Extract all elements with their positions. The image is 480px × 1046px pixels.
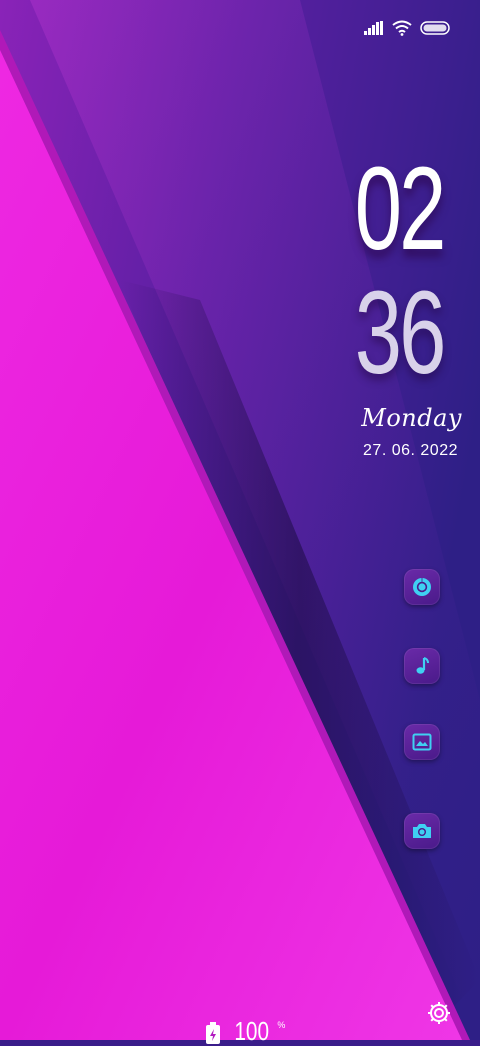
battery-status-icon: [420, 21, 450, 35]
clock-minute: 36: [354, 267, 447, 399]
camera-shortcut[interactable]: [404, 813, 440, 849]
camera-icon: [413, 824, 431, 838]
weekday-label: Monday: [361, 404, 462, 432]
wifi-icon: [392, 20, 412, 36]
chrome-icon: [413, 578, 431, 596]
settings-gear-icon[interactable]: [426, 1000, 452, 1026]
music-note-icon: [416, 657, 429, 674]
date-label: 27. 06. 2022: [363, 442, 458, 459]
battery-unit: %: [277, 1020, 286, 1030]
gallery-shortcut[interactable]: [404, 724, 440, 760]
clock-hour: 02: [354, 143, 447, 275]
chrome-shortcut[interactable]: [404, 569, 440, 605]
signal-icon: [364, 21, 383, 35]
status-bar: [364, 18, 450, 38]
battery-indicator: 100 %: [204, 1018, 285, 1044]
battery-level: 100: [234, 1016, 270, 1046]
lockscreen-clock: 02 36: [338, 150, 458, 392]
music-shortcut[interactable]: [404, 648, 440, 684]
charging-battery-icon: [206, 1022, 220, 1044]
gallery-icon: [412, 733, 432, 751]
